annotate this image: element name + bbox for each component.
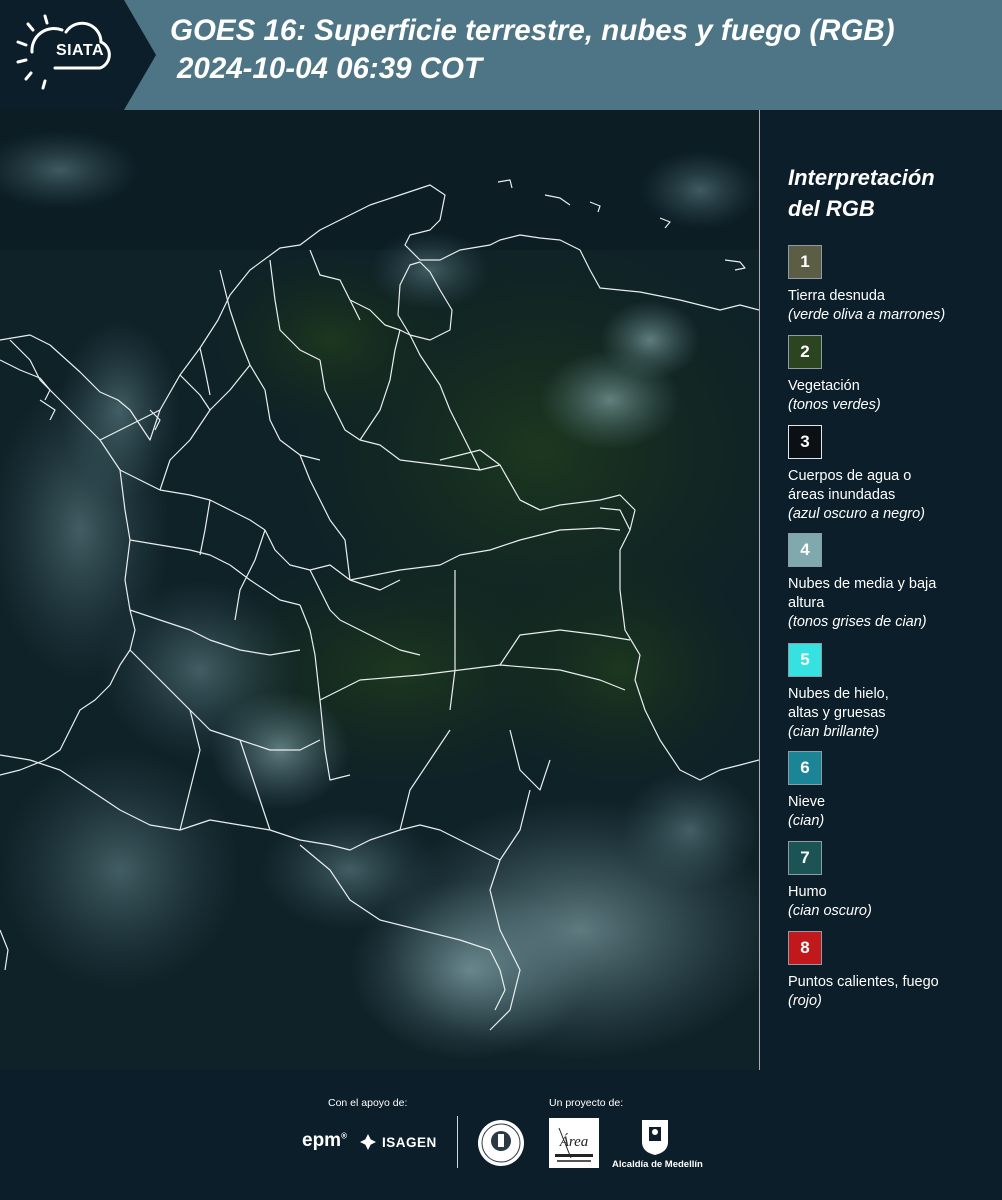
epm-logo-text: epm	[302, 1130, 342, 1151]
legend-item-hotspots: 8 Puntos calientes, fuego (rojo)	[788, 931, 998, 1011]
legend-item-ice-clouds: 5 Nubes de hielo, altas y gruesas (cian …	[788, 643, 998, 742]
legend-item-low-clouds: 4 Nubes de media y baja altura (tonos gr…	[788, 533, 998, 632]
legend-item-vegetation: 2 Vegetación (tonos verdes)	[788, 335, 998, 415]
legend-item-sub: (cian brillante)	[788, 724, 880, 740]
swatch-7: 7	[788, 841, 822, 875]
legend-item-sub: (verde oliva a marrones)	[788, 307, 946, 323]
legend-item-label: Nubes de media y baja altura	[788, 576, 937, 611]
swatch-number: 5	[800, 650, 810, 669]
legend-item-bare-land: 1 Tierra desnuda (verde oliva a marrones…	[788, 245, 998, 325]
alcaldia-shield-icon	[642, 1120, 668, 1155]
legend-item-snow: 6 Nieve (cian)	[788, 751, 998, 831]
header-bar: SIATA GOES 16: Superficie terrestre, nub…	[0, 0, 1002, 110]
legend-item-sub: (cian)	[788, 813, 825, 829]
swatch-number: 3	[800, 432, 810, 451]
swatch-6: 6	[788, 751, 822, 785]
siata-logo: SIATA	[0, 0, 156, 110]
swatch-number: 4	[800, 540, 810, 559]
legend-item-label: Nubes de hielo, altas y gruesas	[788, 686, 889, 721]
siata-logo-text: SIATA	[55, 42, 105, 59]
swatch-4: 4	[788, 533, 822, 567]
swatch-number: 1	[800, 252, 810, 271]
swatch-2: 2	[788, 335, 822, 369]
footer-divider	[457, 1116, 458, 1168]
legend-title: Interpretación del RGB	[788, 162, 998, 224]
swatch-3: 3	[788, 425, 822, 459]
legend-item-sub: (cian oscuro)	[788, 903, 872, 919]
swatch-number: 2	[800, 342, 810, 361]
isagen-logo: ISAGEN	[382, 1135, 437, 1150]
legend-item-label: Puntos calientes, fuego	[788, 974, 939, 990]
swatch-5: 5	[788, 643, 822, 677]
legend-item-label: Tierra desnuda	[788, 288, 885, 304]
legend-item-sub: (tonos verdes)	[788, 397, 881, 413]
legend-item-label: Humo	[788, 884, 827, 900]
title-timestamp: 2024-10-04 06:39 COT	[177, 52, 483, 85]
satellite-map[interactable]	[0, 110, 760, 1070]
footer: Con el apoyo de: Un proyecto de: epm® IS…	[0, 1070, 1002, 1200]
page-title: GOES 16: Superficie terrestre, nubes y f…	[170, 12, 1000, 88]
swatch-1: 1	[788, 245, 822, 279]
swatch-8: 8	[788, 931, 822, 965]
legend-item-water: 3 Cuerpos de agua o áreas inundadas (azu…	[788, 425, 998, 524]
rgb-legend: Interpretación del RGB	[788, 162, 998, 224]
swatch-number: 8	[800, 938, 810, 957]
alcaldia-text: Alcaldía de Medellín	[612, 1159, 703, 1170]
legend-item-sub: (azul oscuro a negro)	[788, 506, 926, 522]
isagen-icon	[360, 1134, 376, 1150]
swatch-number: 7	[800, 848, 810, 867]
project-label: Un proyecto de:	[549, 1097, 624, 1109]
legend-item-label: Cuerpos de agua o áreas inundadas	[788, 468, 912, 503]
title-line-1: GOES 16: Superficie terrestre, nubes y f…	[170, 14, 895, 47]
legend-title-line-2: del RGB	[788, 196, 875, 221]
epm-logo: epm®	[302, 1130, 347, 1151]
legend-title-line-1: Interpretación	[788, 165, 935, 190]
legend-item-smoke: 7 Humo (cian oscuro)	[788, 841, 998, 921]
swatch-number: 6	[800, 758, 810, 777]
legend-item-label: Vegetación	[788, 378, 860, 394]
legend-item-sub: (tonos grises de cian)	[788, 614, 927, 630]
legend-item-sub: (rojo)	[788, 993, 822, 1009]
area-metropolitana-logo: Área	[549, 1118, 599, 1168]
area-logo-text: Área	[559, 1133, 589, 1150]
support-label: Con el apoyo de:	[328, 1097, 408, 1109]
legend-item-label: Nieve	[788, 794, 826, 810]
medellin-seal-icon	[478, 1120, 524, 1166]
